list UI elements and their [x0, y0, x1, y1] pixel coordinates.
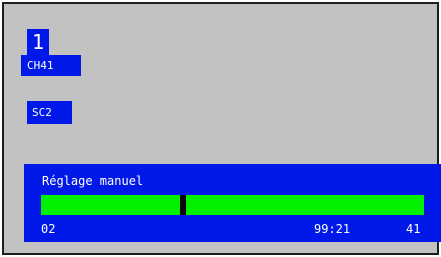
- source-badge: SC2: [27, 101, 72, 124]
- frequency-readout: 99:21: [314, 222, 351, 236]
- tuning-slider[interactable]: [41, 195, 424, 215]
- tv-screen: 1 CH41 SC2 Réglage manuel 02 99:21 41: [2, 2, 441, 255]
- slider-thumb[interactable]: [180, 195, 187, 215]
- channel-value-readout: 41: [406, 222, 421, 236]
- channel-name-badge: CH41: [21, 55, 81, 76]
- channel-number-badge: 1: [27, 29, 49, 55]
- panel-title: Réglage manuel: [42, 174, 144, 188]
- manual-tuning-panel: Réglage manuel 02 99:21 41: [24, 164, 441, 242]
- start-value-readout: 02: [41, 222, 56, 236]
